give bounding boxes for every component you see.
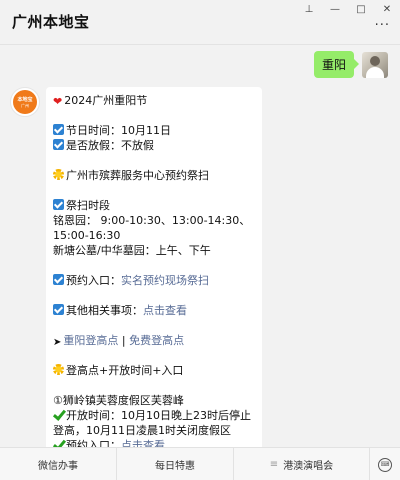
menu-wechat-services[interactable]: 微信办事 (0, 448, 117, 480)
check-box-icon (53, 139, 64, 150)
outgoing-message: 重阳 (313, 51, 388, 78)
check-box-icon (53, 304, 64, 315)
sun-icon (53, 169, 64, 180)
message-line: 预约入口：点击查看 (53, 438, 255, 447)
maximize-icon[interactable]: □ (348, 0, 374, 18)
keyboard-toggle-button[interactable]: ⌨ (370, 448, 400, 480)
user-avatar[interactable] (362, 51, 388, 78)
minimize-icon[interactable]: — (322, 0, 348, 18)
message-line: 广州市殡葬服务中心预约祭扫 (53, 168, 255, 183)
submenu-icon: ≡ (269, 459, 279, 470)
message-line: 新塘公墓/中华墓园：上午、下午 (53, 244, 211, 257)
message-line: ①狮岭镇芙蓉度假区芙蓉峰 (53, 394, 184, 407)
sun-icon (53, 364, 64, 375)
check-box-icon (53, 124, 64, 135)
chat-area[interactable]: 重阳 本地宝 广州 ❤ 2024广州重阳节 节日时间：10月11日 是否放假：不放… (0, 45, 400, 447)
keyboard-icon: ⌨ (378, 457, 392, 472)
heart-icon: ❤ (53, 95, 63, 108)
check-box-icon (53, 199, 64, 210)
service-menu: 微信办事 每日特惠 ≡ 港澳演唱会 ⌨ (0, 447, 400, 480)
more-options-icon[interactable]: ··· (375, 18, 390, 33)
message-line: 节日时间：10月11日 (53, 123, 255, 138)
title-bar: 广州本地宝 ⊥ — □ ✕ ··· (0, 0, 400, 44)
menu-daily-deals[interactable]: 每日特惠 (117, 448, 234, 480)
entry-link[interactable]: 点击查看 (121, 439, 165, 447)
message-line: 铭恩园： 9:00-10:30、13:00-14:30、15:00-16:30 (53, 214, 251, 242)
message-line: 其他相关事项：点击查看 (53, 303, 255, 318)
outgoing-bubble[interactable]: 重阳 (313, 51, 360, 78)
check-box-icon (53, 274, 64, 285)
pin-icon[interactable]: ⊥ (296, 0, 322, 18)
close-icon[interactable]: ✕ (374, 0, 400, 18)
details-link[interactable]: 点击查看 (143, 304, 187, 317)
arrow-right-icon: ➤ (53, 337, 62, 348)
message-line: 预约入口：实名预约现场祭扫 (53, 273, 255, 288)
check-mark-icon (53, 409, 64, 420)
chat-title: 广州本地宝 (12, 13, 90, 31)
incoming-bubble: ❤ 2024广州重阳节 节日时间：10月11日 是否放假：不放假 广州市殡葬服务中… (46, 87, 262, 447)
check-mark-icon (53, 439, 64, 447)
message-line: ➤ 重阳登高点 | 免费登高点 (53, 334, 185, 348)
account-avatar[interactable]: 本地宝 广州 (10, 87, 40, 117)
message-line: 登高点+开放时间+入口 (53, 363, 255, 378)
message-line: ❤ 2024广州重阳节 (53, 94, 148, 108)
free-climbing-spots-link[interactable]: 免费登高点 (129, 334, 184, 347)
bendibao-logo: 本地宝 广州 (13, 90, 37, 114)
window-controls: ⊥ — □ ✕ (296, 0, 400, 18)
climbing-spots-link[interactable]: 重阳登高点 (63, 334, 118, 347)
message-line: 开放时间：10月10日晚上23时后停止登高，10月11日凌晨1时关闭度假区 (53, 409, 251, 437)
message-line: 祭扫时段 (53, 198, 255, 213)
menu-hk-macau-concerts[interactable]: ≡ 港澳演唱会 (234, 448, 370, 480)
reservation-link[interactable]: 实名预约现场祭扫 (121, 274, 209, 287)
message-line: 是否放假：不放假 (53, 138, 255, 153)
